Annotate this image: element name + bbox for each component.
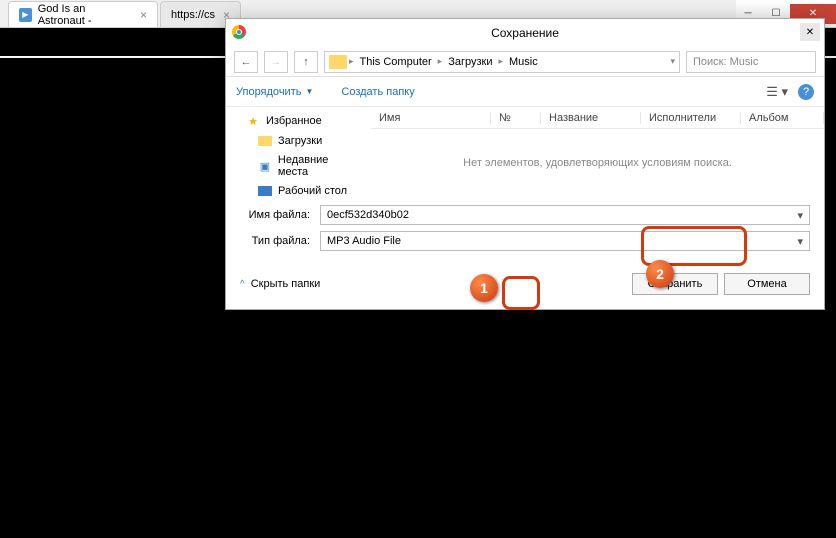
chevron-down-icon[interactable]: ▾ xyxy=(670,56,675,67)
search-placeholder: Поиск: Music xyxy=(693,56,758,68)
chevron-right-icon: ▸ xyxy=(438,56,443,67)
folder-icon xyxy=(329,55,347,69)
dialog-close-button[interactable]: ✕ xyxy=(800,23,820,41)
column-album[interactable]: Альбом xyxy=(741,112,824,124)
chrome-icon xyxy=(232,25,246,39)
chevron-up-icon: ^ xyxy=(240,279,245,290)
breadcrumb-item[interactable]: Загрузки xyxy=(444,56,496,68)
tab-label: https://cs xyxy=(171,9,215,21)
play-icon: ▶ xyxy=(19,8,32,22)
dialog-sidebar: ★ Избранное Загрузки ▣ Недавние места Ра… xyxy=(226,107,371,197)
chevron-down-icon: ▼ xyxy=(305,87,313,96)
help-icon[interactable]: ? xyxy=(798,84,814,100)
nav-back-button[interactable]: ← xyxy=(234,51,258,73)
tab-close-icon[interactable]: × xyxy=(140,8,147,22)
dialog-title: Сохранение xyxy=(491,26,559,40)
file-list-area: Имя № Название Исполнители Альбом Нет эл… xyxy=(371,107,824,197)
nav-up-button[interactable]: ↑ xyxy=(294,51,318,73)
tab-label: God Is an Astronaut - xyxy=(38,3,132,27)
sidebar-item-downloads[interactable]: Загрузки xyxy=(226,131,371,151)
breadcrumb-item[interactable]: This Computer xyxy=(356,56,436,68)
search-input[interactable]: Поиск: Music xyxy=(686,51,816,73)
star-icon: ★ xyxy=(246,114,260,128)
nav-forward-button[interactable]: → xyxy=(264,51,288,73)
browser-tab-0[interactable]: ▶ God Is an Astronaut - × xyxy=(8,1,158,27)
column-title[interactable]: Название xyxy=(541,112,641,124)
highlight-download xyxy=(502,276,540,310)
breadcrumb-item[interactable]: Music xyxy=(505,56,542,68)
column-artist[interactable]: Исполнители xyxy=(641,112,741,124)
filename-input[interactable]: 0ecf532d340b02 xyxy=(320,205,810,225)
column-name[interactable]: Имя xyxy=(371,112,491,124)
desktop-icon xyxy=(258,184,272,198)
column-headers: Имя № Название Исполнители Альбом xyxy=(371,107,824,129)
recent-icon: ▣ xyxy=(258,159,272,173)
breadcrumb[interactable]: ▸ This Computer ▸ Загрузки ▸ Music ▾ xyxy=(324,51,680,73)
new-folder-button[interactable]: Создать папку xyxy=(341,86,414,98)
empty-message: Нет элементов, удовлетворяющих условиям … xyxy=(371,129,824,197)
filename-label: Имя файла: xyxy=(240,209,310,221)
cancel-button[interactable]: Отмена xyxy=(724,273,810,295)
hide-folders-button[interactable]: ^ Скрыть папки xyxy=(240,278,320,290)
chevron-right-icon: ▸ xyxy=(498,56,503,67)
sidebar-item-desktop[interactable]: Рабочий стол xyxy=(226,181,371,201)
callout-1: 1 xyxy=(470,274,498,302)
folder-icon xyxy=(258,134,272,148)
view-button[interactable]: ☰ ▾ xyxy=(766,84,788,100)
column-no[interactable]: № xyxy=(491,112,541,124)
dialog-body: ★ Избранное Загрузки ▣ Недавние места Ра… xyxy=(226,107,824,197)
sidebar-item-favorites[interactable]: ★ Избранное xyxy=(226,111,371,131)
filetype-label: Тип файла: xyxy=(240,235,310,247)
dialog-titlebar: Сохранение ✕ xyxy=(226,19,824,47)
save-button[interactable]: Сохранить xyxy=(632,273,718,295)
callout-2: 2 xyxy=(646,260,674,288)
organize-menu[interactable]: Упорядочить ▼ xyxy=(236,86,313,98)
dialog-toolbar: Упорядочить ▼ Создать папку ☰ ▾ ? xyxy=(226,77,824,107)
dialog-nav-bar: ← → ↑ ▸ This Computer ▸ Загрузки ▸ Music… xyxy=(226,47,824,77)
sidebar-item-recent[interactable]: ▣ Недавние места xyxy=(226,151,371,181)
save-dialog: Сохранение ✕ ← → ↑ ▸ This Computer ▸ Заг… xyxy=(225,18,825,310)
chevron-right-icon: ▸ xyxy=(349,56,354,67)
